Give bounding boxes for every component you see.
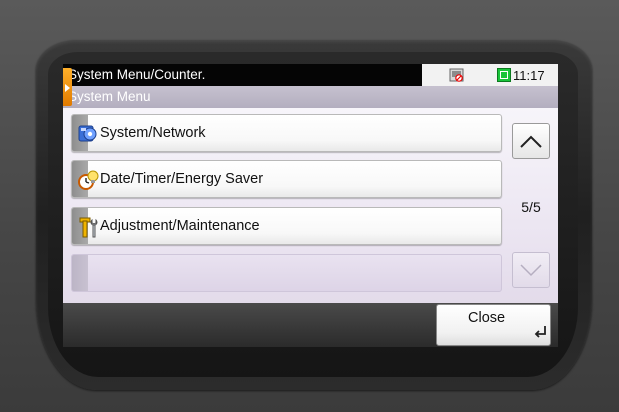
date-timer-icon — [78, 170, 99, 190]
window-title: System Menu/Counter. — [68, 67, 206, 82]
system-network-icon — [78, 125, 97, 142]
breadcrumb-bar: System Menu — [63, 86, 558, 108]
item-grip — [72, 255, 88, 291]
close-button[interactable]: Close — [436, 304, 551, 346]
status-bar: System Menu/Counter. 11:17 — [63, 64, 558, 86]
adjustment-tools-icon — [79, 217, 98, 238]
network-status-icon — [449, 68, 464, 82]
page-indicator: 5/5 — [521, 199, 541, 215]
title-area: System Menu/Counter. — [63, 64, 422, 86]
close-button-label: Close — [468, 310, 506, 326]
menu-item-empty — [71, 254, 502, 292]
breadcrumb-current: System Menu — [68, 89, 151, 104]
clock-time: 11:17 — [513, 68, 545, 83]
enter-icon — [534, 326, 546, 338]
chevron-down-icon — [520, 264, 542, 277]
scroll-down-button[interactable] — [512, 252, 550, 288]
scroll-up-button[interactable] — [512, 123, 550, 159]
menu-item-adjustment-maintenance[interactable]: Adjustment/Maintenance — [71, 207, 502, 245]
menu-item-system-network[interactable]: System/Network — [71, 114, 502, 152]
menu-item-label: Adjustment/Maintenance — [100, 218, 260, 234]
memory-status-icon — [497, 68, 511, 82]
device-panel: System Menu/Counter. 11:17 System Menu S… — [0, 0, 619, 412]
chevron-up-icon — [520, 135, 542, 148]
back-tab-button[interactable] — [63, 68, 72, 106]
menu-item-label: Date/Timer/Energy Saver — [100, 171, 264, 187]
touch-screen: System Menu/Counter. 11:17 System Menu S… — [63, 64, 558, 347]
menu-item-label: System/Network — [100, 125, 206, 141]
menu-item-date-timer-energy-saver[interactable]: Date/Timer/Energy Saver — [71, 160, 502, 198]
